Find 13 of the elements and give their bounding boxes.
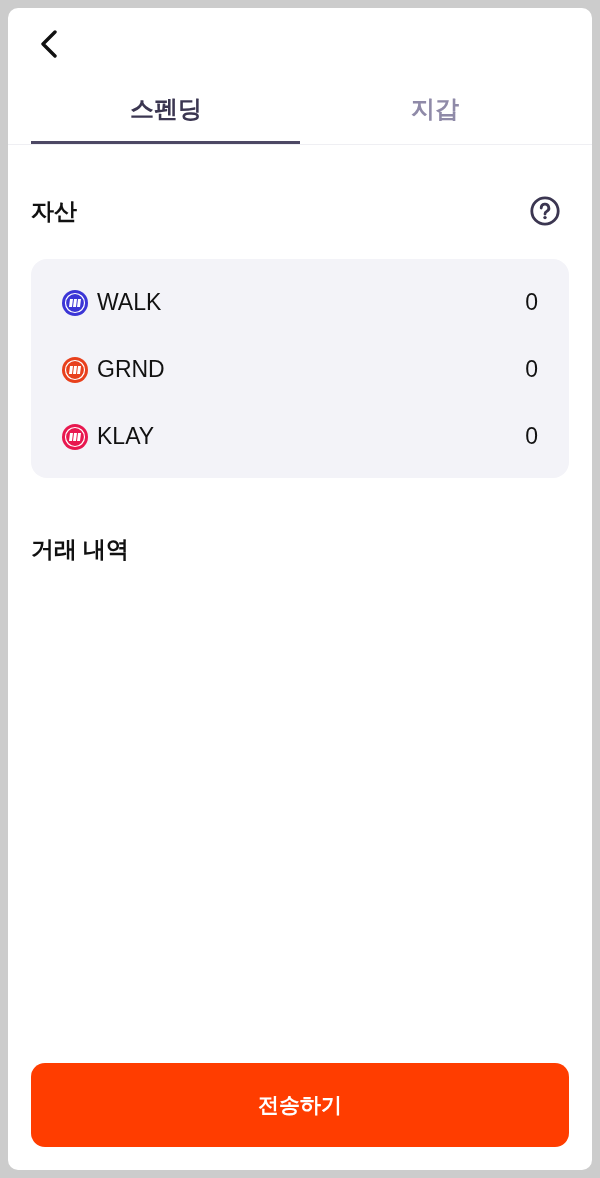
back-icon[interactable] [40, 30, 58, 58]
help-icon[interactable] [530, 196, 560, 226]
asset-amount: 0 [525, 288, 538, 318]
tab[interactable]: 스펜딩 [31, 80, 300, 144]
section-title: 자산 [31, 197, 77, 226]
tab[interactable]: 지갑 [300, 80, 569, 144]
asset-name: GRND [97, 355, 165, 385]
section-title: 거래 내역 [31, 535, 131, 564]
send-button[interactable]: 전송하기 [31, 1063, 569, 1147]
asset-name: KLAY [97, 422, 155, 452]
asset-amount: 0 [525, 355, 538, 385]
asset-name: WALK [97, 288, 162, 318]
asset-amount: 0 [525, 422, 538, 452]
